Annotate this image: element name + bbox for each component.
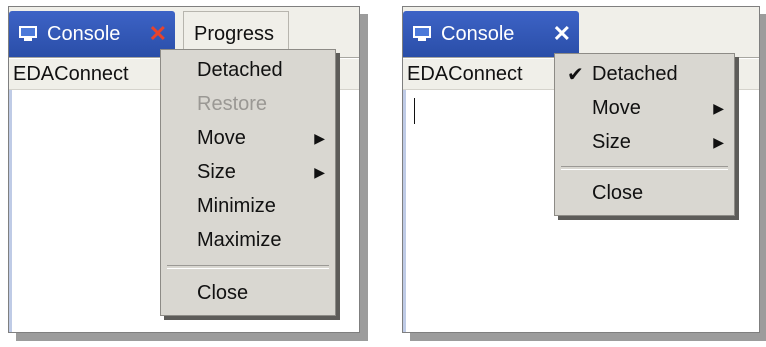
menu-separator	[167, 265, 329, 269]
menu-item-maximize[interactable]: Maximize	[161, 225, 335, 255]
menu-item-close[interactable]: Close	[161, 278, 335, 308]
menu-item-size[interactable]: Size ▶	[161, 157, 335, 187]
text-caret	[414, 98, 415, 124]
tab-strip: Console ✕	[403, 7, 759, 58]
menu-item-detached[interactable]: ✔ Detached	[555, 59, 734, 89]
tab-console[interactable]: Console ✕	[9, 11, 175, 57]
submenu-arrow-icon: ▶	[713, 133, 724, 150]
context-menu-right: ✔ Detached Move ▶ Size ▶ Close	[554, 53, 735, 216]
close-icon[interactable]: ✕	[553, 23, 571, 45]
tab-label: Console	[47, 22, 121, 45]
menu-separator	[561, 166, 728, 170]
menu-item-close[interactable]: Close	[555, 178, 734, 208]
tab-label: Console	[441, 22, 515, 45]
tab-console[interactable]: Console ✕	[403, 11, 579, 57]
checkmark-icon: ✔	[567, 63, 584, 86]
tab-label: Progress	[194, 23, 275, 45]
menu-item-detached[interactable]: Detached	[161, 55, 335, 85]
submenu-arrow-icon: ▶	[314, 129, 325, 146]
monitor-icon	[17, 25, 39, 43]
monitor-icon	[411, 25, 433, 43]
close-icon[interactable]: ✕	[149, 23, 167, 45]
context-menu-left: Detached Restore Move ▶ Size ▶ Minimize …	[160, 49, 336, 316]
menu-item-minimize[interactable]: Minimize	[161, 191, 335, 221]
submenu-arrow-icon: ▶	[314, 163, 325, 180]
menu-item-size[interactable]: Size ▶	[555, 127, 734, 157]
view-title: EDAConnect	[13, 63, 129, 85]
menu-item-move[interactable]: Move ▶	[161, 123, 335, 153]
submenu-arrow-icon: ▶	[713, 99, 724, 116]
menu-item-move[interactable]: Move ▶	[555, 93, 734, 123]
menu-item-restore: Restore	[197, 92, 268, 115]
view-title: EDAConnect	[407, 63, 523, 85]
